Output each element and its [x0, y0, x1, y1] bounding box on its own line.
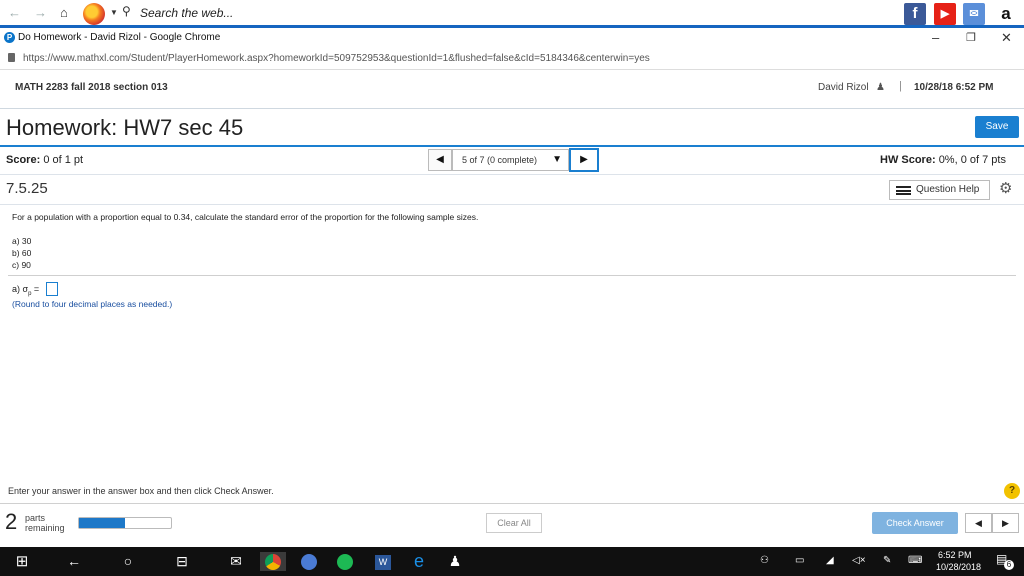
question-item: c) 90	[12, 260, 31, 270]
divider	[0, 174, 1024, 175]
divider	[0, 204, 1024, 205]
mail-icon[interactable]: ✉	[226, 552, 246, 571]
forward-arrow-icon[interactable]: →	[34, 5, 47, 20]
rounding-note: (Round to four decimal places as needed.…	[12, 299, 173, 309]
restore-button[interactable]: ❐	[966, 31, 976, 44]
chevron-down-icon[interactable]: ▼	[110, 8, 118, 17]
question-id: 7.5.25	[6, 180, 48, 197]
wifi-icon[interactable]: ◢	[826, 555, 834, 566]
answer-prefix: a) σ	[12, 284, 29, 294]
browser-app-icon[interactable]	[298, 552, 320, 571]
score-display: Score: 0 of 1 pt	[6, 154, 83, 166]
keyboard-icon[interactable]: ⌨	[908, 555, 922, 566]
question-select[interactable]: 5 of 7 (0 complete) ▼	[452, 149, 569, 171]
divider	[0, 108, 1024, 109]
close-button[interactable]: ✕	[1001, 30, 1012, 46]
url-bar[interactable]: https://www.mathxl.com/Student/PlayerHom…	[0, 48, 1024, 70]
gear-icon[interactable]: ⚙	[999, 179, 1012, 197]
pearson-icon: P	[4, 32, 15, 43]
chevron-down-icon: ▼	[552, 154, 562, 165]
task-view-icon[interactable]: ⊟	[172, 552, 192, 571]
next-question-button[interactable]: ▶	[569, 148, 599, 172]
youtube-icon[interactable]: ▶	[934, 3, 956, 25]
user-name: David Rizol	[818, 82, 869, 93]
question-help-button[interactable]: Question Help	[889, 180, 990, 200]
save-button[interactable]: Save	[975, 116, 1019, 138]
edge-icon[interactable]: e	[408, 552, 430, 571]
progress-fill	[79, 518, 125, 528]
course-name: MATH 2283 fall 2018 section 013	[15, 82, 168, 93]
minimize-button[interactable]: –	[932, 30, 939, 45]
search-placeholder: Search the web...	[140, 6, 234, 20]
list-icon	[896, 186, 911, 195]
caret-left-icon: ◀	[436, 154, 444, 165]
clock-date[interactable]: 10/28/2018	[936, 562, 981, 572]
question-select-label: 5 of 7 (0 complete)	[462, 155, 538, 165]
page-title: Homework: HW7 sec 45	[6, 115, 244, 140]
word-icon[interactable]: W	[372, 552, 394, 571]
back-arrow-icon[interactable]: ←	[8, 5, 21, 20]
parts-label-line2: remaining	[25, 523, 65, 533]
next-part-button[interactable]: ▶	[992, 513, 1019, 533]
check-answer-button[interactable]: Check Answer	[872, 512, 958, 534]
progress-bar	[78, 517, 172, 529]
browser-logo-icon[interactable]	[83, 3, 105, 25]
header-separator: |	[899, 80, 902, 92]
window-title: Do Homework - David Rizol - Google Chrom…	[18, 32, 221, 43]
url-text[interactable]: https://www.mathxl.com/Student/PlayerHom…	[23, 53, 650, 64]
header-datetime: 10/28/18 6:52 PM	[914, 82, 994, 93]
chrome-icon[interactable]	[260, 552, 286, 571]
title-divider	[0, 145, 1024, 147]
volume-icon[interactable]: ◁×	[852, 555, 866, 566]
question-item: a) 30	[12, 236, 32, 246]
lock-icon	[8, 53, 15, 62]
divider	[0, 503, 1024, 504]
people-icon[interactable]: ♟	[444, 552, 466, 571]
previous-question-button[interactable]: ◀	[428, 149, 452, 171]
spotify-icon[interactable]	[334, 552, 356, 571]
parts-label-line1: parts	[25, 513, 46, 523]
answer-input[interactable]	[46, 282, 58, 296]
hw-score-label: HW Score:	[880, 154, 936, 166]
answer-instruction: Enter your answer in the answer box and …	[8, 486, 274, 496]
home-icon[interactable]: ⌂	[60, 5, 68, 20]
user-icon: ♟	[876, 82, 885, 93]
browser-toolbar: ← → ⌂ ▼ ⚲ Search the web... f ▶ ✉ a	[0, 0, 1024, 26]
cortana-icon[interactable]: ○	[118, 552, 138, 571]
caret-left-icon: ◀	[975, 518, 982, 528]
course-header: MATH 2283 fall 2018 section 013 David Ri…	[0, 74, 1024, 100]
question-text: For a population with a proportion equal…	[12, 212, 479, 222]
amazon-icon[interactable]: a	[995, 3, 1017, 25]
help-icon[interactable]: ?	[1004, 483, 1020, 499]
score-value: 0 of 1 pt	[43, 154, 84, 166]
hw-score-value: 0%, 0 of 7 pts	[938, 154, 1006, 166]
hw-score-display: HW Score: 0%, 0 of 7 pts	[880, 154, 1006, 166]
notification-count: 6	[1004, 560, 1014, 570]
search-input[interactable]: ⚲ Search the web...	[122, 4, 898, 23]
people-tray-icon[interactable]: ⚇	[760, 555, 769, 566]
taskbar: ⊞ ← ○ ⊟ ✉ W e ♟ ⚇ ▭ ◢ ◁× ✎ ⌨ 6:52 PM 10/…	[0, 547, 1024, 576]
back-arrow-icon[interactable]: ←	[64, 552, 84, 571]
divider	[8, 275, 1016, 276]
facebook-icon[interactable]: f	[904, 3, 926, 25]
clock-time[interactable]: 6:52 PM	[938, 550, 972, 560]
question-help-label: Question Help	[916, 184, 980, 195]
previous-part-button[interactable]: ◀	[965, 513, 992, 533]
battery-icon[interactable]: ▭	[795, 555, 804, 566]
windows-start-icon[interactable]: ⊞	[12, 552, 32, 571]
games-icon[interactable]: ✉	[963, 3, 985, 25]
question-item: b) 60	[12, 248, 32, 258]
answer-equals: =	[31, 284, 40, 294]
window-titlebar: P Do Homework - David Rizol - Google Chr…	[0, 28, 1024, 48]
parts-remaining-label: parts remaining	[25, 513, 65, 533]
clear-all-button[interactable]: Clear All	[486, 513, 542, 533]
score-label: Score:	[6, 154, 41, 166]
answer-label: a) σp =	[12, 284, 39, 297]
pen-icon[interactable]: ✎	[883, 555, 891, 566]
caret-right-icon: ▶	[1002, 518, 1009, 528]
search-icon: ⚲	[122, 4, 131, 18]
parts-remaining-count: 2	[5, 509, 18, 534]
caret-right-icon: ▶	[580, 154, 588, 165]
